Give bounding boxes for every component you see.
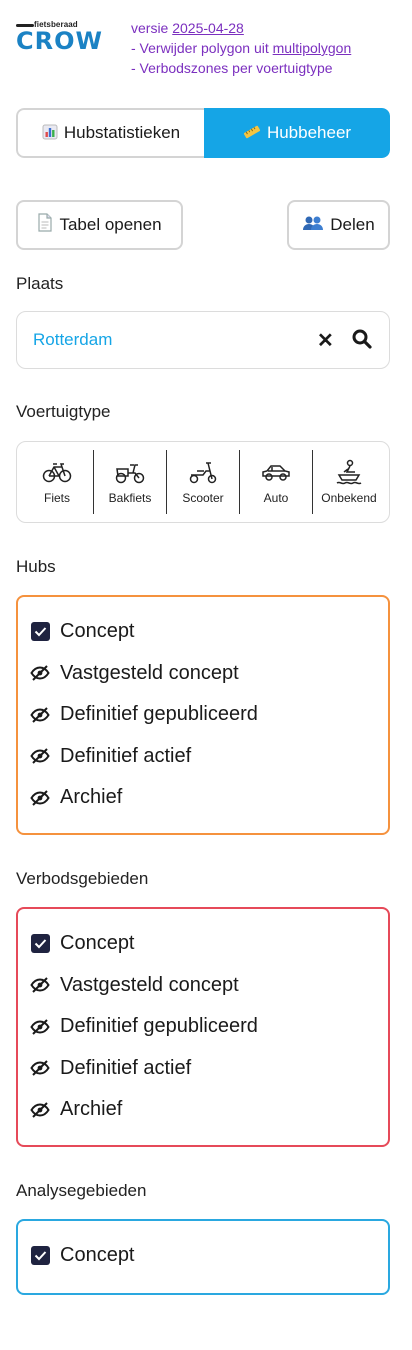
verbod-status-definitief-gepubliceerd[interactable]: Definitief gepubliceerd [30, 1006, 376, 1048]
vehicle-onbekend-label: Onbekend [321, 491, 377, 505]
header: fietsberaad CROW versie 2025-04-28 - Ver… [16, 18, 406, 82]
tab-hubbeheer-label: Hubbeheer [266, 123, 352, 142]
version-prefix: versie [131, 20, 173, 36]
eye-slash-icon[interactable] [30, 1058, 50, 1078]
verbod-status-label: Definitief actief [60, 1056, 192, 1079]
vehicle-auto[interactable]: Auto [240, 450, 313, 514]
place-value: Rotterdam [33, 330, 113, 349]
verbodsgebieden-filter-box: Concept Vastgesteld concept Definitief g… [16, 907, 390, 1147]
hubs-label: Hubs [16, 557, 56, 576]
vehicle-scooter[interactable]: Scooter [167, 450, 240, 514]
changelog-line-1: - Verwijder polygon uit [131, 40, 273, 56]
hubs-status-label: Definitief actief [60, 744, 192, 767]
vehicle-type-label: Voertuigtype [16, 402, 111, 421]
logo-title: CROW [16, 27, 103, 55]
multipolygon-link[interactable]: multipolygon [273, 40, 352, 56]
unknown-vehicle-icon [336, 459, 362, 485]
vehicle-scooter-label: Scooter [182, 491, 224, 505]
tab-hubstatistieken-label: Hubstatistieken [63, 123, 181, 142]
changelog-line-2: - Verbodszones per voertuigtype [131, 60, 333, 76]
verbod-status-definitief-actief[interactable]: Definitief actief [30, 1048, 376, 1090]
vehicle-bakfiets-label: Bakfiets [108, 491, 152, 505]
hubs-status-archief[interactable]: Archief [30, 777, 376, 819]
eye-slash-icon[interactable] [30, 975, 50, 995]
hubs-status-label: Vastgesteld concept [60, 661, 239, 684]
analysegebieden-label: Analysegebieden [16, 1181, 147, 1200]
people-icon [302, 215, 324, 236]
verbod-status-archief[interactable]: Archief [30, 1089, 376, 1131]
verbod-status-label: Vastgesteld concept [60, 973, 239, 996]
analyse-status-label: Concept [60, 1244, 135, 1267]
crow-logo[interactable]: fietsberaad CROW [16, 20, 120, 60]
analyse-status-concept[interactable]: Concept [30, 1235, 376, 1277]
checkbox-icon[interactable] [30, 934, 50, 954]
eye-slash-icon[interactable] [30, 1017, 50, 1037]
search-icon[interactable] [351, 328, 375, 352]
verbod-status-label: Archief [60, 1098, 123, 1121]
verbod-status-label: Definitief gepubliceerd [60, 1015, 258, 1038]
place-input[interactable]: Rotterdam ✕ [16, 311, 390, 369]
eye-slash-icon[interactable] [30, 746, 50, 766]
document-icon [37, 213, 53, 237]
car-icon [262, 465, 290, 481]
checkbox-icon[interactable] [30, 1246, 50, 1266]
eye-slash-icon[interactable] [30, 705, 50, 725]
vehicle-fiets[interactable]: Fiets [21, 450, 94, 514]
cargo-bike-icon [115, 464, 145, 484]
eye-slash-icon[interactable] [30, 1100, 50, 1120]
hubs-filter-box: Concept Vastgesteld concept Definitief g… [16, 595, 390, 835]
hubs-status-definitief-actief[interactable]: Definitief actief [30, 736, 376, 778]
eye-slash-icon[interactable] [30, 788, 50, 808]
vehicle-type-selector: Fiets Bakfiets Scooter Auto Onbekend [16, 441, 390, 523]
hubs-status-definitief-gepubliceerd[interactable]: Definitief gepubliceerd [30, 694, 376, 736]
hubs-status-label: Concept [60, 620, 135, 643]
analysegebieden-filter-box: Concept [16, 1219, 390, 1295]
hubs-status-concept[interactable]: Concept [30, 611, 376, 653]
ruler-icon [243, 124, 261, 143]
hubs-status-label: Definitief gepubliceerd [60, 703, 258, 726]
version-date-link[interactable]: 2025-04-28 [172, 20, 244, 36]
open-table-button[interactable]: Tabel openen [16, 200, 183, 250]
vehicle-auto-label: Auto [263, 491, 289, 505]
hubs-status-label: Archief [60, 786, 123, 809]
scooter-icon [189, 462, 217, 484]
eye-slash-icon[interactable] [30, 663, 50, 683]
tab-hubbeheer[interactable]: Hubbeheer [204, 108, 390, 158]
verbod-status-label: Concept [60, 932, 135, 955]
tab-hubstatistieken[interactable]: Hubstatistieken [16, 108, 204, 158]
mode-tabs: Hubstatistieken Hubbeheer [16, 108, 390, 158]
hubs-status-vastgesteld-concept[interactable]: Vastgesteld concept [30, 653, 376, 695]
version-info: versie 2025-04-28 - Verwijder polygon ui… [131, 18, 351, 78]
bar-chart-icon [42, 124, 58, 143]
place-label: Plaats [16, 274, 64, 293]
share-button[interactable]: Delen [287, 200, 390, 250]
open-table-label: Tabel openen [59, 215, 162, 234]
clear-icon[interactable]: ✕ [317, 328, 334, 353]
vehicle-onbekend[interactable]: Onbekend [313, 450, 385, 514]
vehicle-fiets-label: Fiets [43, 491, 70, 505]
bicycle-icon [42, 463, 72, 483]
vehicle-bakfiets[interactable]: Bakfiets [94, 450, 167, 514]
verbod-status-vastgesteld-concept[interactable]: Vastgesteld concept [30, 965, 376, 1007]
verbodsgebieden-label: Verbodsgebieden [16, 869, 149, 888]
share-label: Delen [330, 215, 375, 234]
verbod-status-concept[interactable]: Concept [30, 923, 376, 965]
checkbox-icon[interactable] [30, 622, 50, 642]
